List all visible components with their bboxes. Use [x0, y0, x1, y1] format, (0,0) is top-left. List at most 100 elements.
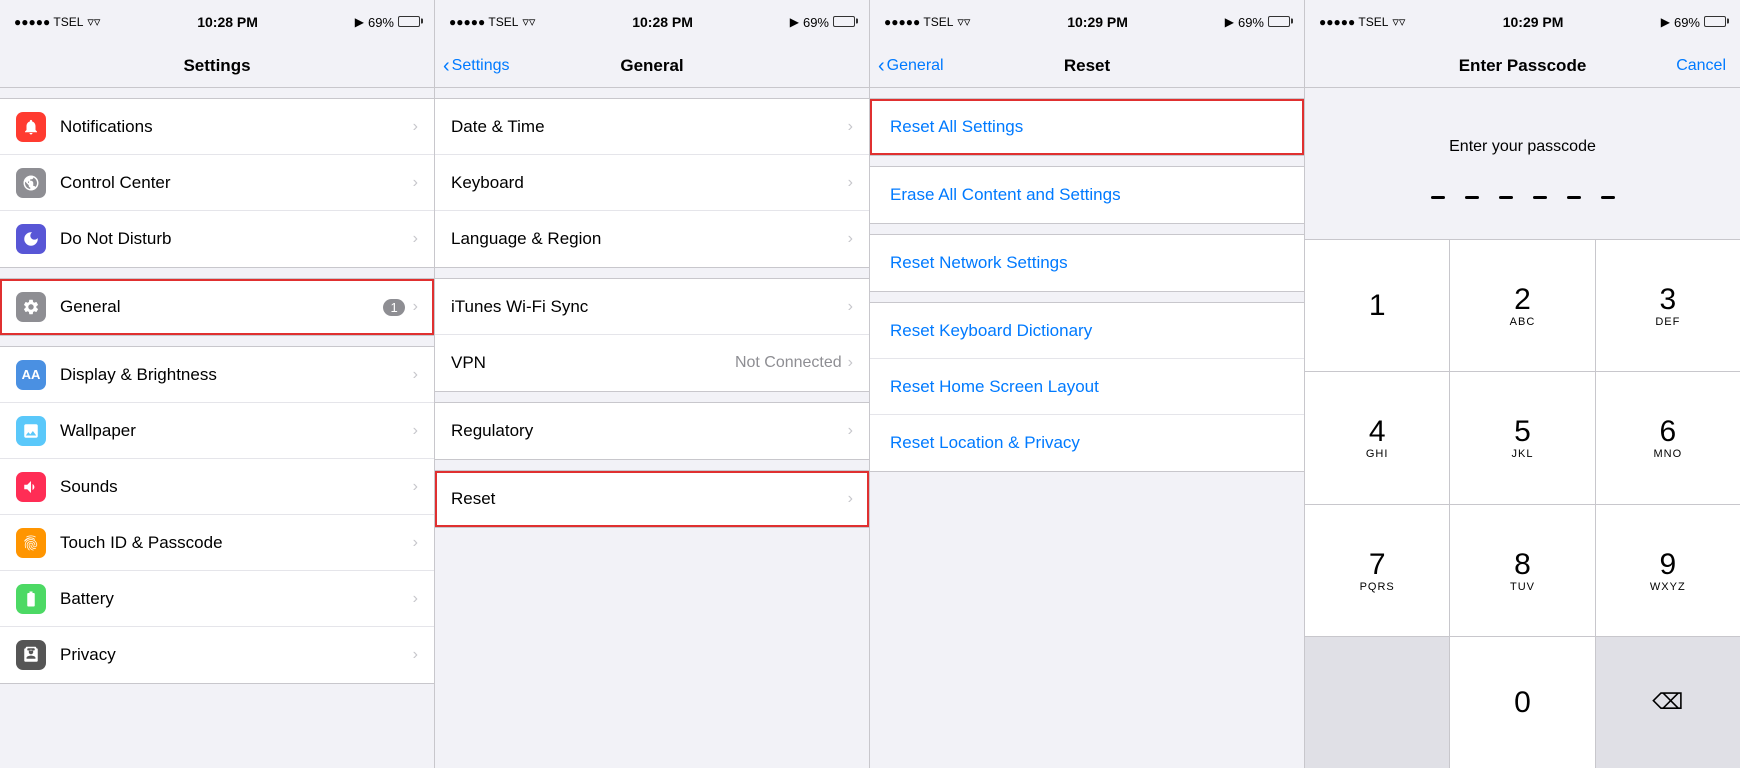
reset-item-reset-all[interactable]: Reset All Settings: [870, 99, 1304, 155]
general-group-3: Reset›: [435, 470, 869, 528]
numpad-key-0[interactable]: 0: [1450, 637, 1595, 768]
numpad-row-3: 0⌫: [1305, 637, 1740, 768]
privacy-chevron: ›: [413, 646, 418, 664]
numpad-key-2[interactable]: 2ABC: [1450, 240, 1595, 371]
general-item-regulatory[interactable]: Regulatory›: [435, 403, 869, 459]
passcode-dot-3: [1533, 196, 1547, 199]
numpad-key-9[interactable]: 9WXYZ: [1596, 505, 1740, 636]
battery-icon: [833, 15, 855, 30]
general-item-language[interactable]: Language & Region›: [435, 211, 869, 267]
general-back-button[interactable]: ‹ Settings: [443, 56, 509, 76]
reset-item-erase-all[interactable]: Erase All Content and Settings: [870, 167, 1304, 223]
settings-group-1: General1›: [0, 278, 434, 336]
datetime-label: Date & Time: [451, 117, 848, 137]
settings-item-touchid[interactable]: Touch ID & Passcode›: [0, 515, 434, 571]
settings-item-sounds[interactable]: Sounds›: [0, 459, 434, 515]
numpad-digit-9: 9: [1659, 548, 1676, 581]
carrier-text: ●●●●● TSEL: [449, 15, 518, 29]
reset-group-2: Reset Network Settings: [870, 234, 1304, 292]
do-not-disturb-label: Do Not Disturb: [60, 229, 413, 249]
status-bar: ●●●●● TSEL ▿▿10:29 PM▶ 69%: [1305, 0, 1740, 44]
numpad-digit-8: 8: [1514, 548, 1531, 581]
numpad-key-6[interactable]: 6MNO: [1596, 372, 1740, 503]
numpad-letters-3: DEF: [1655, 316, 1680, 328]
settings-item-battery[interactable]: Battery›: [0, 571, 434, 627]
settings-group-2: AADisplay & Brightness›Wallpaper›Sounds›…: [0, 346, 434, 684]
status-bar: ●●●●● TSEL ▿▿10:29 PM▶ 69%: [870, 0, 1304, 44]
location-icon: ▶: [355, 15, 364, 29]
display-icon: AA: [16, 360, 46, 390]
battery-icon: [398, 15, 420, 30]
passcode-dot-0: [1431, 196, 1445, 199]
status-right: ▶ 69%: [355, 15, 420, 30]
delete-icon: ⌫: [1652, 689, 1683, 715]
general-group-0: Date & Time›Keyboard›Language & Region›: [435, 98, 869, 268]
numpad-key-4[interactable]: 4GHI: [1305, 372, 1450, 503]
general-title: General: [620, 56, 683, 76]
status-right: ▶ 69%: [790, 15, 855, 30]
battery-icon: [1268, 15, 1290, 30]
passcode-cancel-button[interactable]: Cancel: [1676, 57, 1726, 75]
numpad-key-8[interactable]: 8TUV: [1450, 505, 1595, 636]
numpad-letters-4: GHI: [1366, 448, 1389, 460]
general-panel: ●●●●● TSEL ▿▿10:28 PM▶ 69% ‹ Settings Ge…: [435, 0, 870, 768]
numpad-delete-key[interactable]: ⌫: [1596, 637, 1740, 768]
control-center-chevron: ›: [413, 174, 418, 192]
reset-item-reset-location[interactable]: Reset Location & Privacy: [870, 415, 1304, 471]
general-chevron: ›: [413, 298, 418, 316]
status-left: ●●●●● TSEL ▿▿: [14, 14, 100, 30]
passcode-prompt: Enter your passcode: [1305, 88, 1740, 176]
passcode-panel: ●●●●● TSEL ▿▿10:29 PM▶ 69% Enter Passcod…: [1305, 0, 1740, 768]
general-item-datetime[interactable]: Date & Time›: [435, 99, 869, 155]
settings-item-privacy[interactable]: Privacy›: [0, 627, 434, 683]
general-icon: [16, 292, 46, 322]
notifications-icon: [16, 112, 46, 142]
reset-item-reset-network[interactable]: Reset Network Settings: [870, 235, 1304, 291]
reset-group-1: Erase All Content and Settings: [870, 166, 1304, 224]
settings-item-general[interactable]: General1›: [0, 279, 434, 335]
reset-all-label: Reset All Settings: [890, 117, 1023, 137]
status-time: 10:29 PM: [1503, 14, 1564, 30]
location-icon: ▶: [1225, 15, 1234, 29]
numpad-letters-5: JKL: [1512, 448, 1534, 460]
reset-group-0: Reset All Settings: [870, 98, 1304, 156]
reset-chevron: ›: [848, 490, 853, 508]
general-item-vpn[interactable]: VPNNot Connected›: [435, 335, 869, 391]
back-label: General: [887, 57, 944, 75]
general-item-keyboard[interactable]: Keyboard›: [435, 155, 869, 211]
wifi-icon: ▿▿: [87, 14, 100, 30]
keyboard-chevron: ›: [848, 174, 853, 192]
numpad-key-3[interactable]: 3DEF: [1596, 240, 1740, 371]
language-label: Language & Region: [451, 229, 848, 249]
general-item-reset[interactable]: Reset›: [435, 471, 869, 527]
battery-icon: [16, 584, 46, 614]
sounds-chevron: ›: [413, 478, 418, 496]
general-group-2: Regulatory›: [435, 402, 869, 460]
privacy-label: Privacy: [60, 645, 413, 665]
numpad-row-2: 7PQRS8TUV9WXYZ: [1305, 505, 1740, 637]
settings-item-notifications[interactable]: Notifications›: [0, 99, 434, 155]
settings-item-display[interactable]: AADisplay & Brightness›: [0, 347, 434, 403]
reset-back-button[interactable]: ‹ General: [878, 56, 944, 76]
numpad-key-5[interactable]: 5JKL: [1450, 372, 1595, 503]
passcode-dot-2: [1499, 196, 1513, 199]
numpad-digit-4: 4: [1369, 415, 1386, 448]
itunes-label: iTunes Wi-Fi Sync: [451, 297, 848, 317]
privacy-icon: [16, 640, 46, 670]
wallpaper-label: Wallpaper: [60, 421, 413, 441]
wallpaper-chevron: ›: [413, 422, 418, 440]
general-item-itunes[interactable]: iTunes Wi-Fi Sync›: [435, 279, 869, 335]
numpad-empty-key: [1305, 637, 1450, 768]
sounds-label: Sounds: [60, 477, 413, 497]
settings-item-control-center[interactable]: Control Center›: [0, 155, 434, 211]
reset-item-reset-keyboard[interactable]: Reset Keyboard Dictionary: [870, 303, 1304, 359]
numpad-key-1[interactable]: 1: [1305, 240, 1450, 371]
numpad: 12ABC3DEF4GHI5JKL6MNO7PQRS8TUV9WXYZ0⌫: [1305, 239, 1740, 768]
settings-item-do-not-disturb[interactable]: Do Not Disturb›: [0, 211, 434, 267]
settings-item-wallpaper[interactable]: Wallpaper›: [0, 403, 434, 459]
reset-item-reset-home[interactable]: Reset Home Screen Layout: [870, 359, 1304, 415]
numpad-key-7[interactable]: 7PQRS: [1305, 505, 1450, 636]
reset-title: Reset: [1064, 56, 1110, 76]
numpad-digit-3: 3: [1659, 283, 1676, 316]
passcode-dots: [1305, 176, 1740, 219]
